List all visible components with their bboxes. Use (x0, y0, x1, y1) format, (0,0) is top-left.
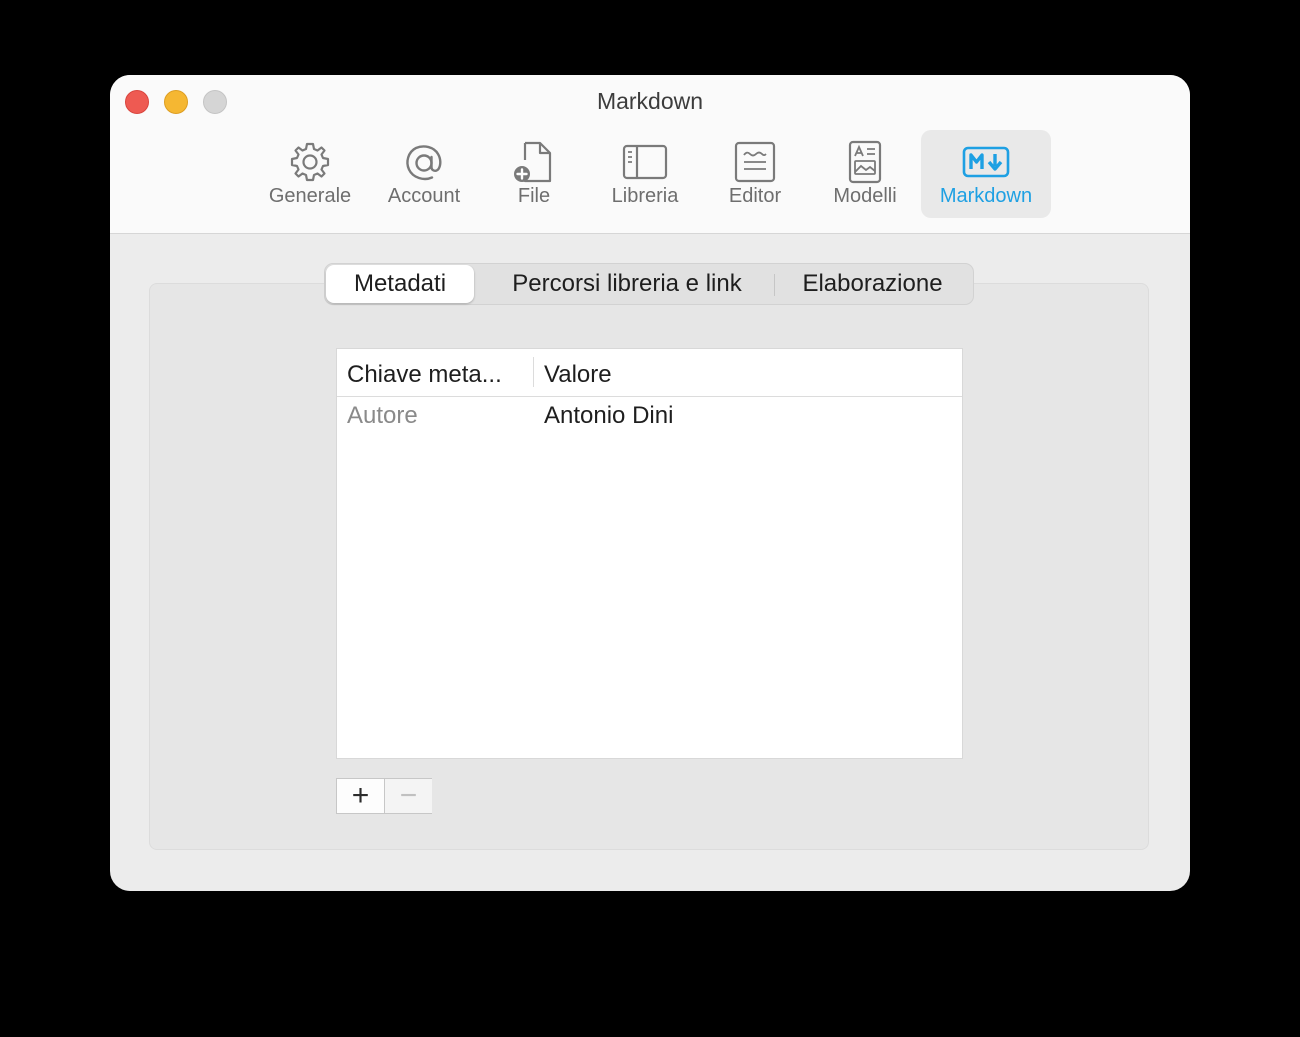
column-header-value[interactable]: Valore (544, 361, 612, 389)
at-sign-icon (406, 145, 442, 181)
toolbar-label-markdown: Markdown (939, 185, 1033, 207)
remove-row-button[interactable]: − (385, 779, 432, 813)
gear-icon (290, 142, 330, 182)
toolbar-label-generale: Generale (268, 185, 352, 207)
file-add-icon (514, 141, 552, 183)
toolbar-item-editor[interactable]: Editor (713, 130, 797, 218)
tab-bar: Metadati Percorsi libreria e link Elabor… (324, 263, 974, 305)
titlebar: Markdown Generale Account File Libreria … (110, 75, 1190, 234)
toolbar-item-libreria[interactable]: Libreria (595, 130, 695, 218)
toolbar-item-account[interactable]: Account (376, 130, 472, 218)
metadata-value-cell[interactable]: Antonio Dini (544, 402, 673, 430)
tab-percorsi-libreria-e-link[interactable]: Percorsi libreria e link (481, 264, 773, 304)
column-separator[interactable] (533, 357, 534, 387)
add-remove-control: + − (336, 778, 432, 814)
preferences-window: Markdown Generale Account File Libreria … (110, 75, 1190, 891)
toolbar-label-modelli: Modelli (833, 185, 897, 207)
toolbar-item-modelli[interactable]: Modelli (822, 130, 908, 218)
tab-elaborazione[interactable]: Elaborazione (780, 264, 965, 304)
toolbar-item-generale[interactable]: Generale (255, 130, 365, 218)
editor-icon (734, 141, 776, 183)
toolbar-item-markdown[interactable]: Markdown (921, 130, 1051, 218)
toolbar-label-libreria: Libreria (611, 185, 679, 207)
template-icon (848, 140, 882, 184)
add-row-button[interactable]: + (337, 779, 385, 813)
column-header-key[interactable]: Chiave meta... (347, 361, 502, 389)
markdown-icon (962, 146, 1010, 178)
toolbar-label-account: Account (387, 185, 461, 207)
table-header: Chiave meta... Valore (337, 349, 962, 397)
metadata-table: Chiave meta... Valore Autore Antonio Din… (336, 348, 963, 759)
window-title: Markdown (596, 88, 704, 114)
table-row[interactable]: Autore Antonio Dini (337, 397, 962, 437)
tab-separator (774, 274, 775, 296)
toolbar-item-file[interactable]: File (494, 130, 574, 218)
toolbar-label-file: File (517, 185, 551, 207)
tab-metadati[interactable]: Metadati (326, 265, 474, 303)
toolbar-label-editor: Editor (728, 185, 782, 207)
metadata-key-cell[interactable]: Autore (347, 402, 418, 430)
sidebar-icon (622, 144, 668, 180)
